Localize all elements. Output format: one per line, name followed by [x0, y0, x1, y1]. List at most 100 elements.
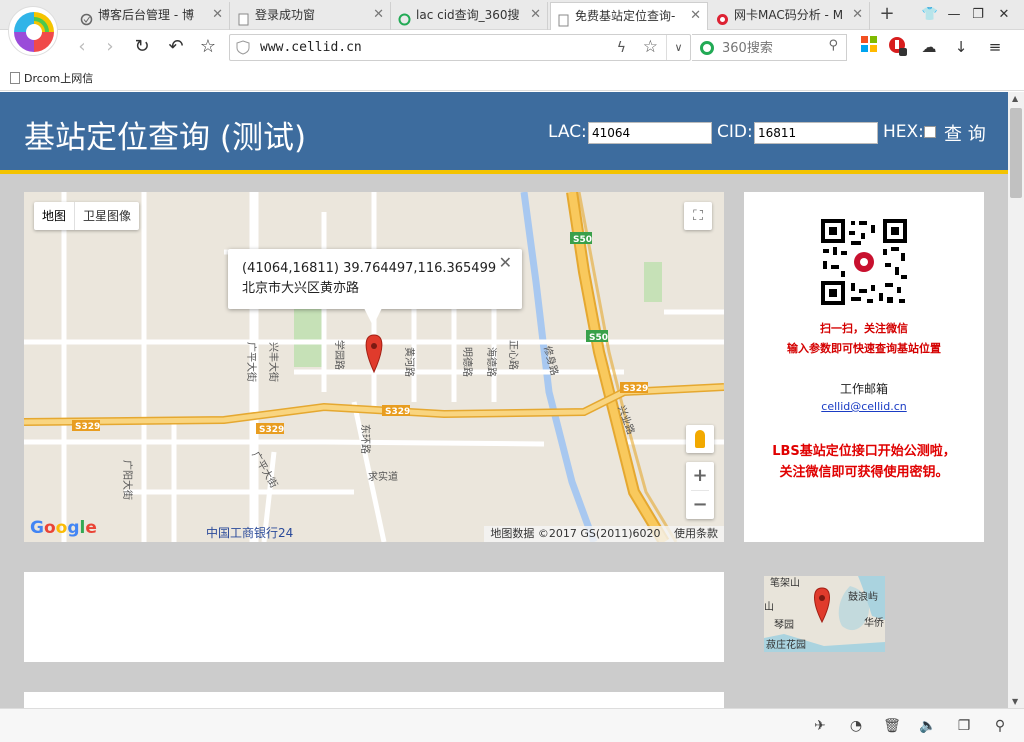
cid-input[interactable]	[754, 122, 878, 144]
zoom-out-button[interactable]: −	[686, 491, 714, 519]
window-icon[interactable]: ❐	[954, 716, 974, 736]
tab-close-icon[interactable]: ✕	[852, 2, 863, 28]
map-label-dongfeng: 东环路	[359, 424, 372, 454]
mini-map[interactable]: 笔架山 鼓浪屿 山 琴园 华侨 菽庄花园	[764, 576, 885, 652]
vertical-scrollbar[interactable]: ▲ ▼	[1008, 92, 1024, 708]
zoom-search-icon[interactable]: ⚲	[990, 716, 1010, 736]
adblock-icon[interactable]	[886, 36, 908, 58]
tab-close-icon[interactable]: ✕	[530, 2, 541, 28]
scan-prompt-detail: 输入参数即可快速查询基站位置	[787, 342, 941, 355]
hex-checkbox[interactable]	[924, 126, 936, 138]
speedup-icon[interactable]: ◔	[846, 716, 866, 736]
pin-icon[interactable]: ✈	[810, 716, 830, 736]
query-button[interactable]: 查 询	[944, 120, 986, 146]
forward-icon[interactable]: ›	[98, 35, 122, 59]
browser-window: 博客后台管理 - 博 ✕ 登录成功窗 ✕ lac cid查询_360搜 ✕ 免费…	[0, 0, 1024, 742]
content-block	[24, 692, 724, 708]
minimize-icon[interactable]: —	[944, 5, 964, 25]
address-bar[interactable]: www.cellid.cn ϟ ☆ ∨	[229, 34, 691, 61]
favorite-star-icon[interactable]: ☆	[196, 35, 220, 59]
page-icon	[557, 10, 570, 27]
search-input[interactable]	[722, 38, 820, 58]
tab-close-icon[interactable]: ✕	[690, 3, 701, 29]
tab-label: 网卡MAC码分析 - M	[734, 8, 844, 22]
bookmark-item[interactable]: Drcom上网信	[10, 70, 93, 86]
tab-strip: 博客后台管理 - 博 ✕ 登录成功窗 ✕ lac cid查询_360搜 ✕ 免费…	[0, 0, 1024, 56]
mini-label-5: 华侨	[864, 616, 884, 629]
mini-label-2: 鼓浪屿	[848, 590, 878, 603]
mini-map-canvas: 笔架山 鼓浪屿 山 琴园 华侨 菽庄花园	[764, 576, 885, 652]
scroll-down-icon[interactable]: ▼	[1012, 697, 1018, 706]
tab-mac-analysis[interactable]: 网卡MAC码分析 - M ✕	[710, 2, 870, 30]
scan-prompt: 扫一扫，关注微信	[820, 322, 908, 335]
street-view-pegman-icon[interactable]	[686, 425, 714, 453]
maximize-icon[interactable]: ❐	[968, 5, 988, 25]
cloud-icon[interactable]: ☁	[918, 36, 940, 58]
lac-label: LAC:	[548, 122, 587, 142]
tab-360-search[interactable]: lac cid查询_360搜 ✕	[392, 2, 548, 30]
scroll-thumb[interactable]	[1010, 108, 1022, 198]
map-label-xueyuan: 学园路	[333, 340, 346, 370]
trash-icon[interactable]: 🗑	[882, 716, 902, 736]
fullscreen-icon[interactable]: ⛶	[684, 202, 712, 230]
search-icon[interactable]: ⚲	[828, 38, 838, 53]
tab-close-icon[interactable]: ✕	[212, 2, 223, 28]
download-icon[interactable]: ↓	[950, 36, 972, 58]
map-label-haide: 海德路	[485, 347, 498, 377]
mini-label-6: 菽庄花园	[766, 638, 806, 651]
map-label-qiushi: 求实道	[368, 470, 398, 483]
map-label-guangyang: 广阳大街	[121, 460, 134, 500]
map-canvas: S50 S50 S329 S329 S329 S329 广平大街 广平大街 广阳…	[24, 192, 724, 542]
new-tab-button[interactable]: +	[876, 3, 898, 25]
side-panel: 扫一扫，关注微信 输入参数即可快速查询基站位置 工作邮箱 cellid@cell…	[744, 192, 984, 542]
tab-blog-admin[interactable]: 博客后台管理 - 博 ✕	[74, 2, 230, 30]
status-bar: ✈ ◔ 🗑 🔈 ❐ ⚲	[0, 708, 1024, 742]
tab-label: 博客后台管理 - 博	[98, 8, 194, 22]
mini-label-4: 琴园	[774, 619, 794, 631]
undo-icon[interactable]: ↶	[164, 35, 188, 59]
email-link[interactable]: cellid@cellid.cn	[744, 400, 984, 413]
map-type-map-button[interactable]: 地图	[34, 202, 74, 230]
map[interactable]: S50 S50 S329 S329 S329 S329 广平大街 广平大街 广阳…	[24, 192, 724, 542]
email-label: 工作邮箱	[839, 382, 888, 396]
mini-label-1: 笔架山	[770, 576, 800, 589]
tab-label: 免费基站定位查询-	[575, 9, 676, 23]
map-type-control: 地图 卫星图像	[34, 202, 140, 230]
nav-bar: ‹ › ↻ ↶ ☆ www.cellid.cn ϟ ☆ ∨ ⚲ ☁ ↓ ≡	[0, 30, 1024, 64]
lightning-icon[interactable]: ϟ	[617, 37, 626, 59]
tab-label: 登录成功窗	[255, 8, 316, 22]
map-label-s329d: S329	[75, 422, 100, 432]
tab-cellid-active[interactable]: 免费基站定位查询- ✕	[550, 2, 708, 30]
shirt-skin-icon[interactable]: 👕	[920, 5, 940, 25]
browser-logo[interactable]	[8, 6, 58, 56]
volume-icon[interactable]: 🔈	[918, 716, 938, 736]
refresh-icon[interactable]: ↻	[130, 35, 154, 59]
map-label-xinfeng: 兴丰大街	[267, 342, 280, 382]
page-icon	[237, 9, 250, 26]
tab-login-success[interactable]: 登录成功窗 ✕	[231, 2, 391, 30]
tab-close-icon[interactable]: ✕	[373, 2, 384, 28]
map-label-icbc: 中国工商银行24	[206, 525, 293, 540]
zoom-in-button[interactable]: +	[686, 462, 714, 490]
close-window-icon[interactable]: ✕	[994, 5, 1014, 25]
lac-input[interactable]	[588, 122, 712, 144]
chevron-down-icon[interactable]: ∨	[666, 35, 690, 60]
scroll-up-icon[interactable]: ▲	[1012, 94, 1018, 103]
apps-grid-icon[interactable]	[858, 36, 880, 58]
map-type-satellite-button[interactable]: 卫星图像	[74, 202, 139, 230]
map-label-ningde: 明德路	[461, 347, 474, 377]
wechat-qr-code	[821, 219, 907, 305]
map-attribution: 地图数据 ©2017 GS(2011)6020 使用条款	[484, 526, 724, 542]
cid-label: CID:	[717, 122, 753, 142]
bookmark-star-icon[interactable]: ☆	[643, 36, 658, 58]
info-address: 北京市大兴区黄亦路	[242, 281, 360, 296]
address-url[interactable]: www.cellid.cn	[260, 35, 362, 60]
info-close-icon[interactable]: ✕	[499, 253, 512, 273]
menu-icon[interactable]: ≡	[984, 36, 1006, 58]
map-label-huanghe: 黄河路	[403, 347, 416, 377]
search-box[interactable]: ⚲	[692, 34, 847, 61]
back-icon[interactable]: ‹	[70, 35, 94, 59]
mini-label-3: 山	[764, 601, 774, 613]
shield-icon	[236, 40, 250, 55]
terms-of-use-link[interactable]: 使用条款	[674, 527, 718, 540]
